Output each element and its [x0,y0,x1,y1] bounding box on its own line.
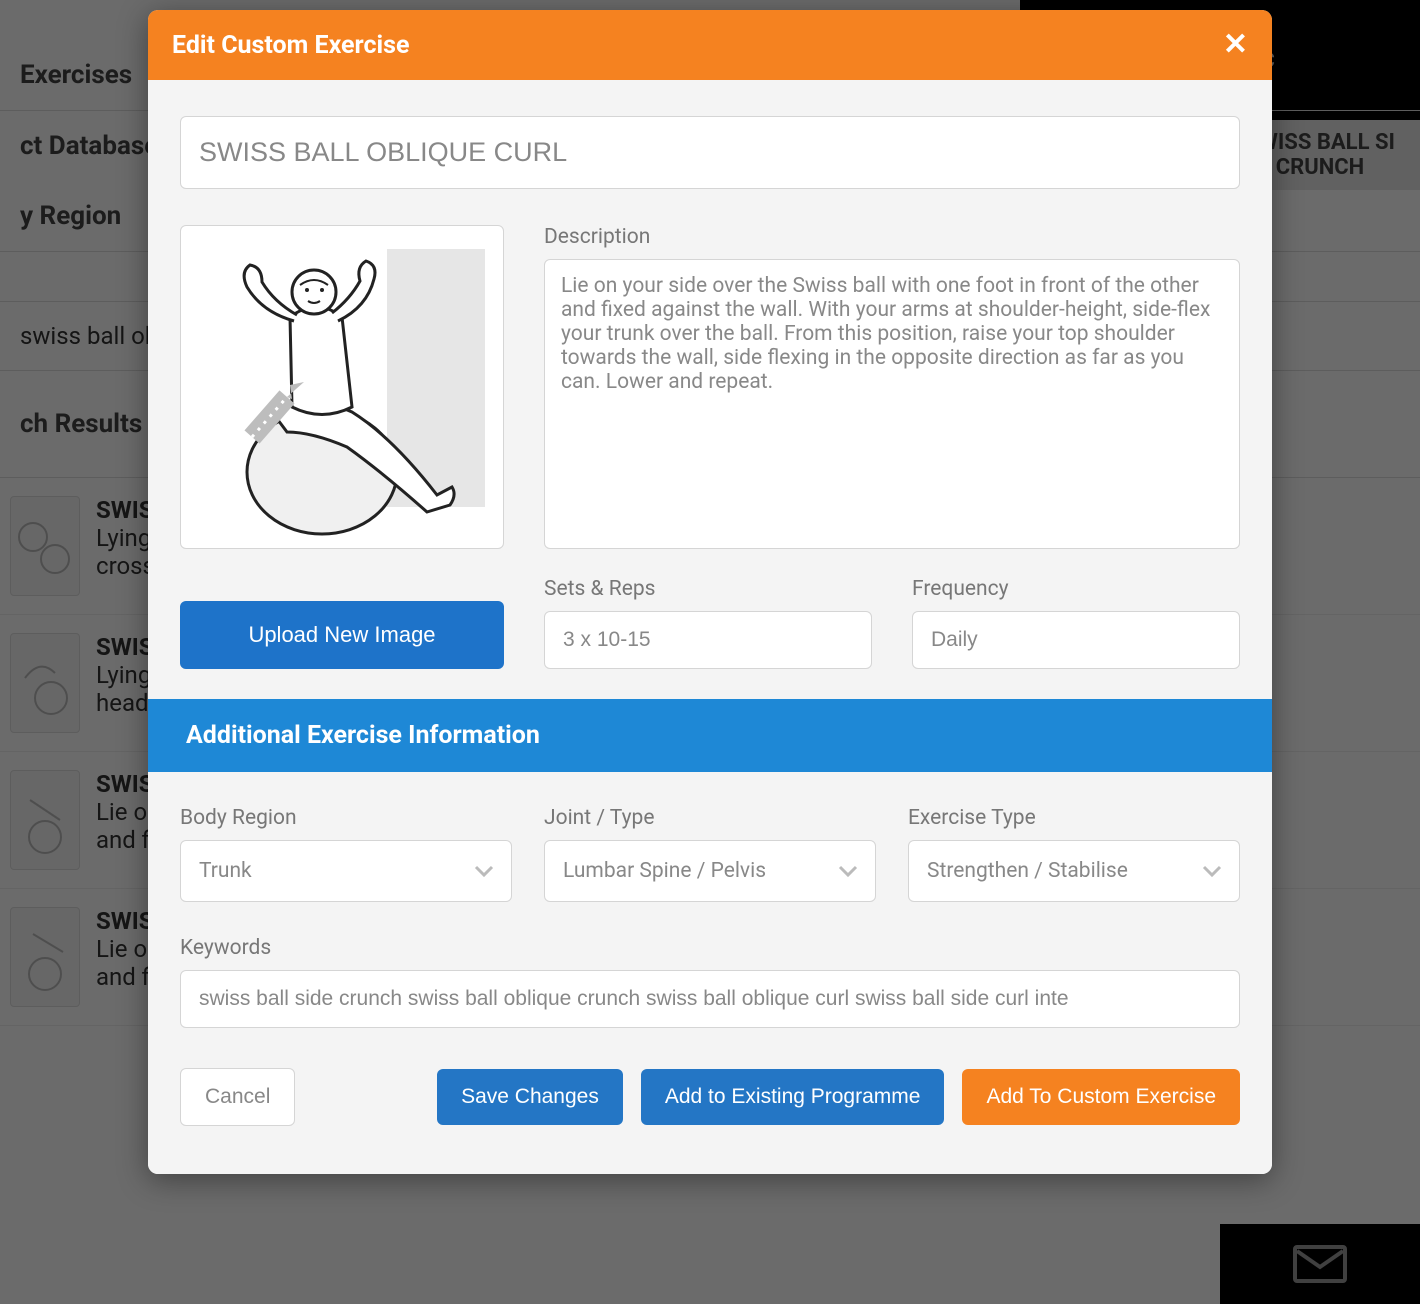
exercise-name-input[interactable] [180,116,1240,189]
body-region-label: Body Region [180,806,512,830]
exercise-image-preview [180,225,504,549]
sets-reps-label: Sets & Reps [544,577,872,601]
description-textarea[interactable] [544,259,1240,549]
modal-title: Edit Custom Exercise [172,31,409,60]
keywords-input[interactable] [180,970,1240,1028]
save-button[interactable]: Save Changes [437,1069,623,1125]
exercise-type-label: Exercise Type [908,806,1240,830]
close-icon[interactable]: ✕ [1223,30,1248,60]
description-label: Description [544,225,1240,249]
frequency-input[interactable] [912,611,1240,669]
add-existing-programme-button[interactable]: Add to Existing Programme [641,1069,945,1125]
upload-image-button[interactable]: Upload New Image [180,601,504,669]
modal-header: Edit Custom Exercise ✕ [148,10,1272,80]
edit-exercise-modal: Edit Custom Exercise ✕ [148,10,1272,1174]
add-custom-exercise-button[interactable]: Add To Custom Exercise [962,1069,1240,1125]
body-region-select[interactable]: Trunk [180,840,512,902]
joint-type-label: Joint / Type [544,806,876,830]
exercise-type-select[interactable]: Strengthen / Stabilise [908,840,1240,902]
cancel-button[interactable]: Cancel [180,1068,295,1126]
joint-type-select[interactable]: Lumbar Spine / Pelvis [544,840,876,902]
frequency-label: Frequency [912,577,1240,601]
additional-info-header: Additional Exercise Information [148,699,1272,772]
sets-reps-input[interactable] [544,611,872,669]
keywords-label: Keywords [180,936,1240,960]
